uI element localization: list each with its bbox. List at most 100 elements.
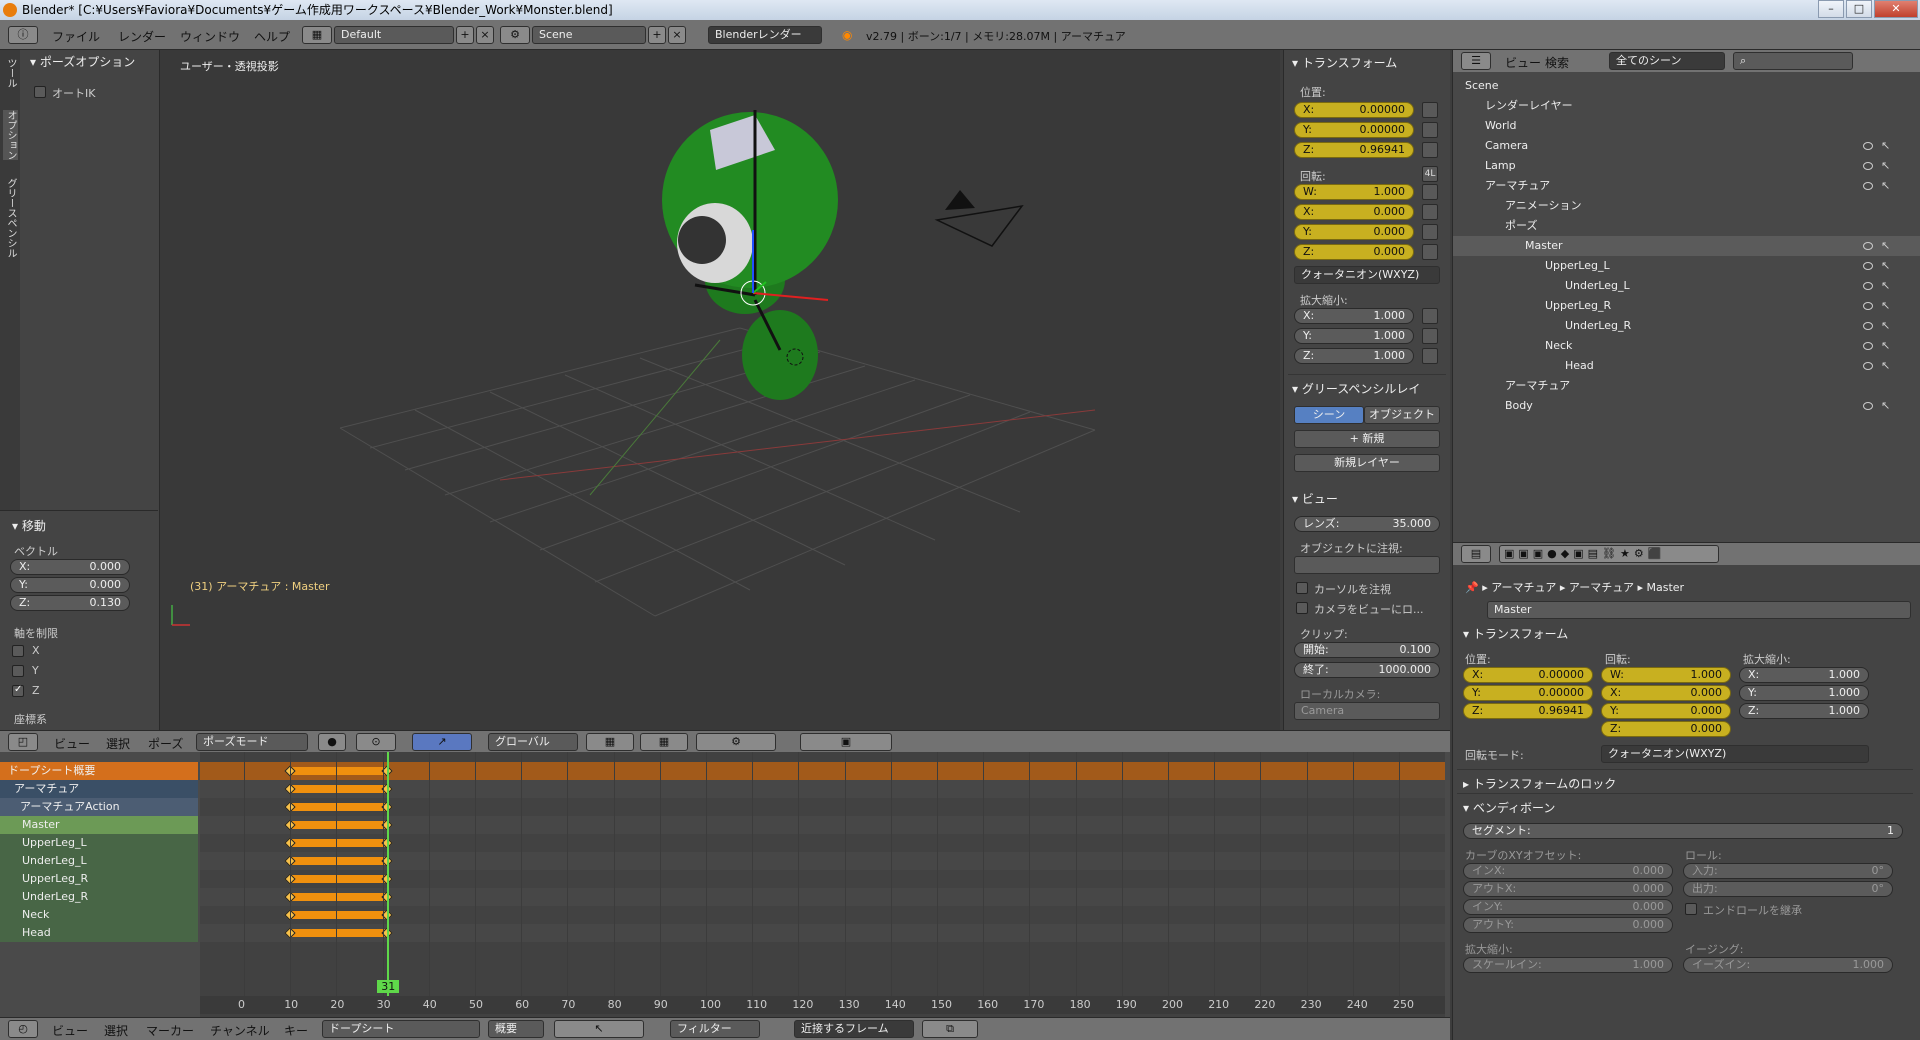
clip-start-field[interactable]: 開始: 0.100 xyxy=(1294,642,1440,658)
npanel-rot-x[interactable]: X: 0.000 xyxy=(1294,204,1414,220)
prop-rot-x[interactable]: X: 0.000 xyxy=(1601,685,1731,701)
selectable-arrow-icon[interactable]: ↖ xyxy=(1881,336,1890,356)
selectable-arrow-icon[interactable]: ↖ xyxy=(1881,296,1890,316)
outliner-item[interactable]: Master ↖ xyxy=(1453,236,1920,256)
visibility-eye-icon[interactable] xyxy=(1863,182,1873,190)
npanel-scale-y[interactable]: Y: 1.000 xyxy=(1294,328,1414,344)
vp-menu-view[interactable]: ビュー xyxy=(54,735,90,752)
lock-icon[interactable] xyxy=(1422,122,1438,138)
gp-new-button[interactable]: + 新規 xyxy=(1294,430,1440,448)
close-button[interactable]: ✕ xyxy=(1874,0,1918,18)
channel-row[interactable]: アーマチュアAction xyxy=(0,798,198,816)
outliner-menu-view[interactable]: ビュー xyxy=(1505,54,1541,71)
ds-tools-icon[interactable]: ↖ xyxy=(554,1020,644,1038)
prop-rot-z[interactable]: Z: 0.000 xyxy=(1601,721,1731,737)
menu-render[interactable]: レンダー xyxy=(118,28,166,45)
ds-menu-channel[interactable]: チャンネル xyxy=(210,1022,270,1039)
out-y-field[interactable]: アウトY: 0.000 xyxy=(1463,917,1673,933)
lock-object-field[interactable] xyxy=(1294,556,1440,574)
render-engine-select[interactable]: Blenderレンダー xyxy=(708,26,822,44)
ds-filter-button[interactable]: フィルター xyxy=(670,1020,760,1038)
outliner-item[interactable]: UpperLeg_R ↖ xyxy=(1453,296,1920,316)
rotation-mode-button[interactable]: 4L xyxy=(1422,166,1438,182)
npanel-loc-y[interactable]: Y: 0.00000 xyxy=(1294,122,1414,138)
prop-scale-x[interactable]: X: 1.000 xyxy=(1739,667,1869,683)
channel-row[interactable]: アーマチュア xyxy=(0,780,198,798)
lock-camera-checkbox[interactable] xyxy=(1296,602,1308,614)
visibility-eye-icon[interactable] xyxy=(1863,162,1873,170)
layout-field[interactable]: Default xyxy=(334,26,454,44)
visibility-eye-icon[interactable] xyxy=(1863,282,1873,290)
ds-mode-select[interactable]: ドープシート xyxy=(322,1020,480,1038)
layout-icon[interactable]: ▦ xyxy=(302,26,332,44)
visibility-eye-icon[interactable] xyxy=(1863,242,1873,250)
tab-grease-pencil[interactable]: グリースペンシル xyxy=(3,178,18,258)
outliner-item[interactable]: Lamp ↖ xyxy=(1453,156,1920,176)
properties-tabs[interactable]: ▣▣▣●◆▣▤⛓★⚙⬛ xyxy=(1499,545,1719,563)
selectable-arrow-icon[interactable]: ↖ xyxy=(1881,396,1890,416)
gp-object-button[interactable]: オブジェクト xyxy=(1364,406,1440,424)
constraint-y-checkbox[interactable] xyxy=(12,665,24,677)
in-x-field[interactable]: インX: 0.000 xyxy=(1463,863,1673,879)
tab-options[interactable]: オプション xyxy=(3,110,18,160)
local-camera-field[interactable]: Camera xyxy=(1294,702,1440,720)
outliner-scope-select[interactable]: 全てのシーン xyxy=(1609,52,1725,70)
prop-rot-y[interactable]: Y: 0.000 xyxy=(1601,703,1731,719)
outliner-item[interactable]: Head ↖ xyxy=(1453,356,1920,376)
visibility-eye-icon[interactable] xyxy=(1863,362,1873,370)
lock-icon[interactable] xyxy=(1422,204,1438,220)
inherit-roll-checkbox[interactable] xyxy=(1685,903,1697,915)
npanel-transform-header[interactable]: ▾ トランスフォーム xyxy=(1292,54,1397,71)
remove-layout-icon[interactable]: × xyxy=(476,26,494,44)
outliner-item[interactable]: ポーズ xyxy=(1453,216,1920,236)
channel-row[interactable]: Neck xyxy=(0,906,198,924)
lens-field[interactable]: レンズ: 35.000 xyxy=(1294,516,1440,532)
npanel-view-header[interactable]: ▾ ビュー xyxy=(1292,490,1338,507)
pose-tools-icon[interactable]: ⚙ xyxy=(696,733,776,751)
minimize-button[interactable]: – xyxy=(1818,0,1844,18)
auto-ik-checkbox[interactable] xyxy=(34,86,46,98)
constraint-x-checkbox[interactable] xyxy=(12,645,24,657)
outliner-item[interactable]: World xyxy=(1453,116,1920,136)
3d-viewport[interactable]: ユーザー・透視投影 (31) アーマチュア : Master xyxy=(160,50,1280,730)
menu-help[interactable]: ヘルプ xyxy=(254,28,290,45)
visibility-eye-icon[interactable] xyxy=(1863,302,1873,310)
outliner-item[interactable]: アニメーション xyxy=(1453,196,1920,216)
ds-snap-select[interactable]: 近接するフレーム xyxy=(794,1020,914,1038)
remove-scene-icon[interactable]: × xyxy=(668,26,686,44)
visibility-eye-icon[interactable] xyxy=(1863,342,1873,350)
npanel-loc-z[interactable]: Z: 0.96941 xyxy=(1294,142,1414,158)
roll-out-field[interactable]: 出力: 0° xyxy=(1683,881,1893,897)
add-layout-icon[interactable]: + xyxy=(456,26,474,44)
outliner-item[interactable]: UnderLeg_L ↖ xyxy=(1453,276,1920,296)
selectable-arrow-icon[interactable]: ↖ xyxy=(1881,156,1890,176)
vp-menu-select[interactable]: 選択 xyxy=(106,735,130,752)
add-scene-icon[interactable]: + xyxy=(648,26,666,44)
outliner-item[interactable]: UpperLeg_L ↖ xyxy=(1453,256,1920,276)
ds-menu-view[interactable]: ビュー xyxy=(52,1022,88,1039)
selectable-arrow-icon[interactable]: ↖ xyxy=(1881,316,1890,336)
ds-copy-paste-icon[interactable]: ⧉ xyxy=(922,1020,978,1038)
bendy-bones-header[interactable]: ▾ ベンディボーン xyxy=(1463,799,1555,816)
visibility-eye-icon[interactable] xyxy=(1863,262,1873,270)
dopesheet-area[interactable]: 0 10 20 30 40 50 60 70 80 90 100 110 120 130 140 150 160… xyxy=(200,752,1445,1017)
npanel-rot-z[interactable]: Z: 0.000 xyxy=(1294,244,1414,260)
shading-icon[interactable]: ● xyxy=(318,733,346,751)
lock-icon[interactable] xyxy=(1422,224,1438,240)
channel-row[interactable]: Master xyxy=(0,816,198,834)
pivot-icon[interactable]: ⊙ xyxy=(356,733,396,751)
editor-type-icon[interactable]: ◰ xyxy=(8,733,38,751)
prop-loc-z[interactable]: Z: 0.96941 xyxy=(1463,703,1593,719)
lock-icon[interactable] xyxy=(1422,244,1438,260)
menu-window[interactable]: ウィンドウ xyxy=(180,28,240,45)
outliner-item[interactable]: Body ↖ xyxy=(1453,396,1920,416)
channel-row[interactable]: ドープシート概要 xyxy=(0,762,198,780)
selectable-arrow-icon[interactable]: ↖ xyxy=(1881,276,1890,296)
lock-icon[interactable] xyxy=(1422,184,1438,200)
prop-loc-x[interactable]: X: 0.00000 xyxy=(1463,667,1593,683)
editor-type-icon[interactable]: ▤ xyxy=(1461,545,1491,563)
operator-header[interactable]: ▾ 移動 xyxy=(12,517,46,534)
transform-lock-header[interactable]: ▸ トランスフォームのロック xyxy=(1463,775,1616,792)
editor-type-icon[interactable]: ◴ xyxy=(8,1020,38,1038)
constraint-z-checkbox[interactable] xyxy=(12,684,24,697)
